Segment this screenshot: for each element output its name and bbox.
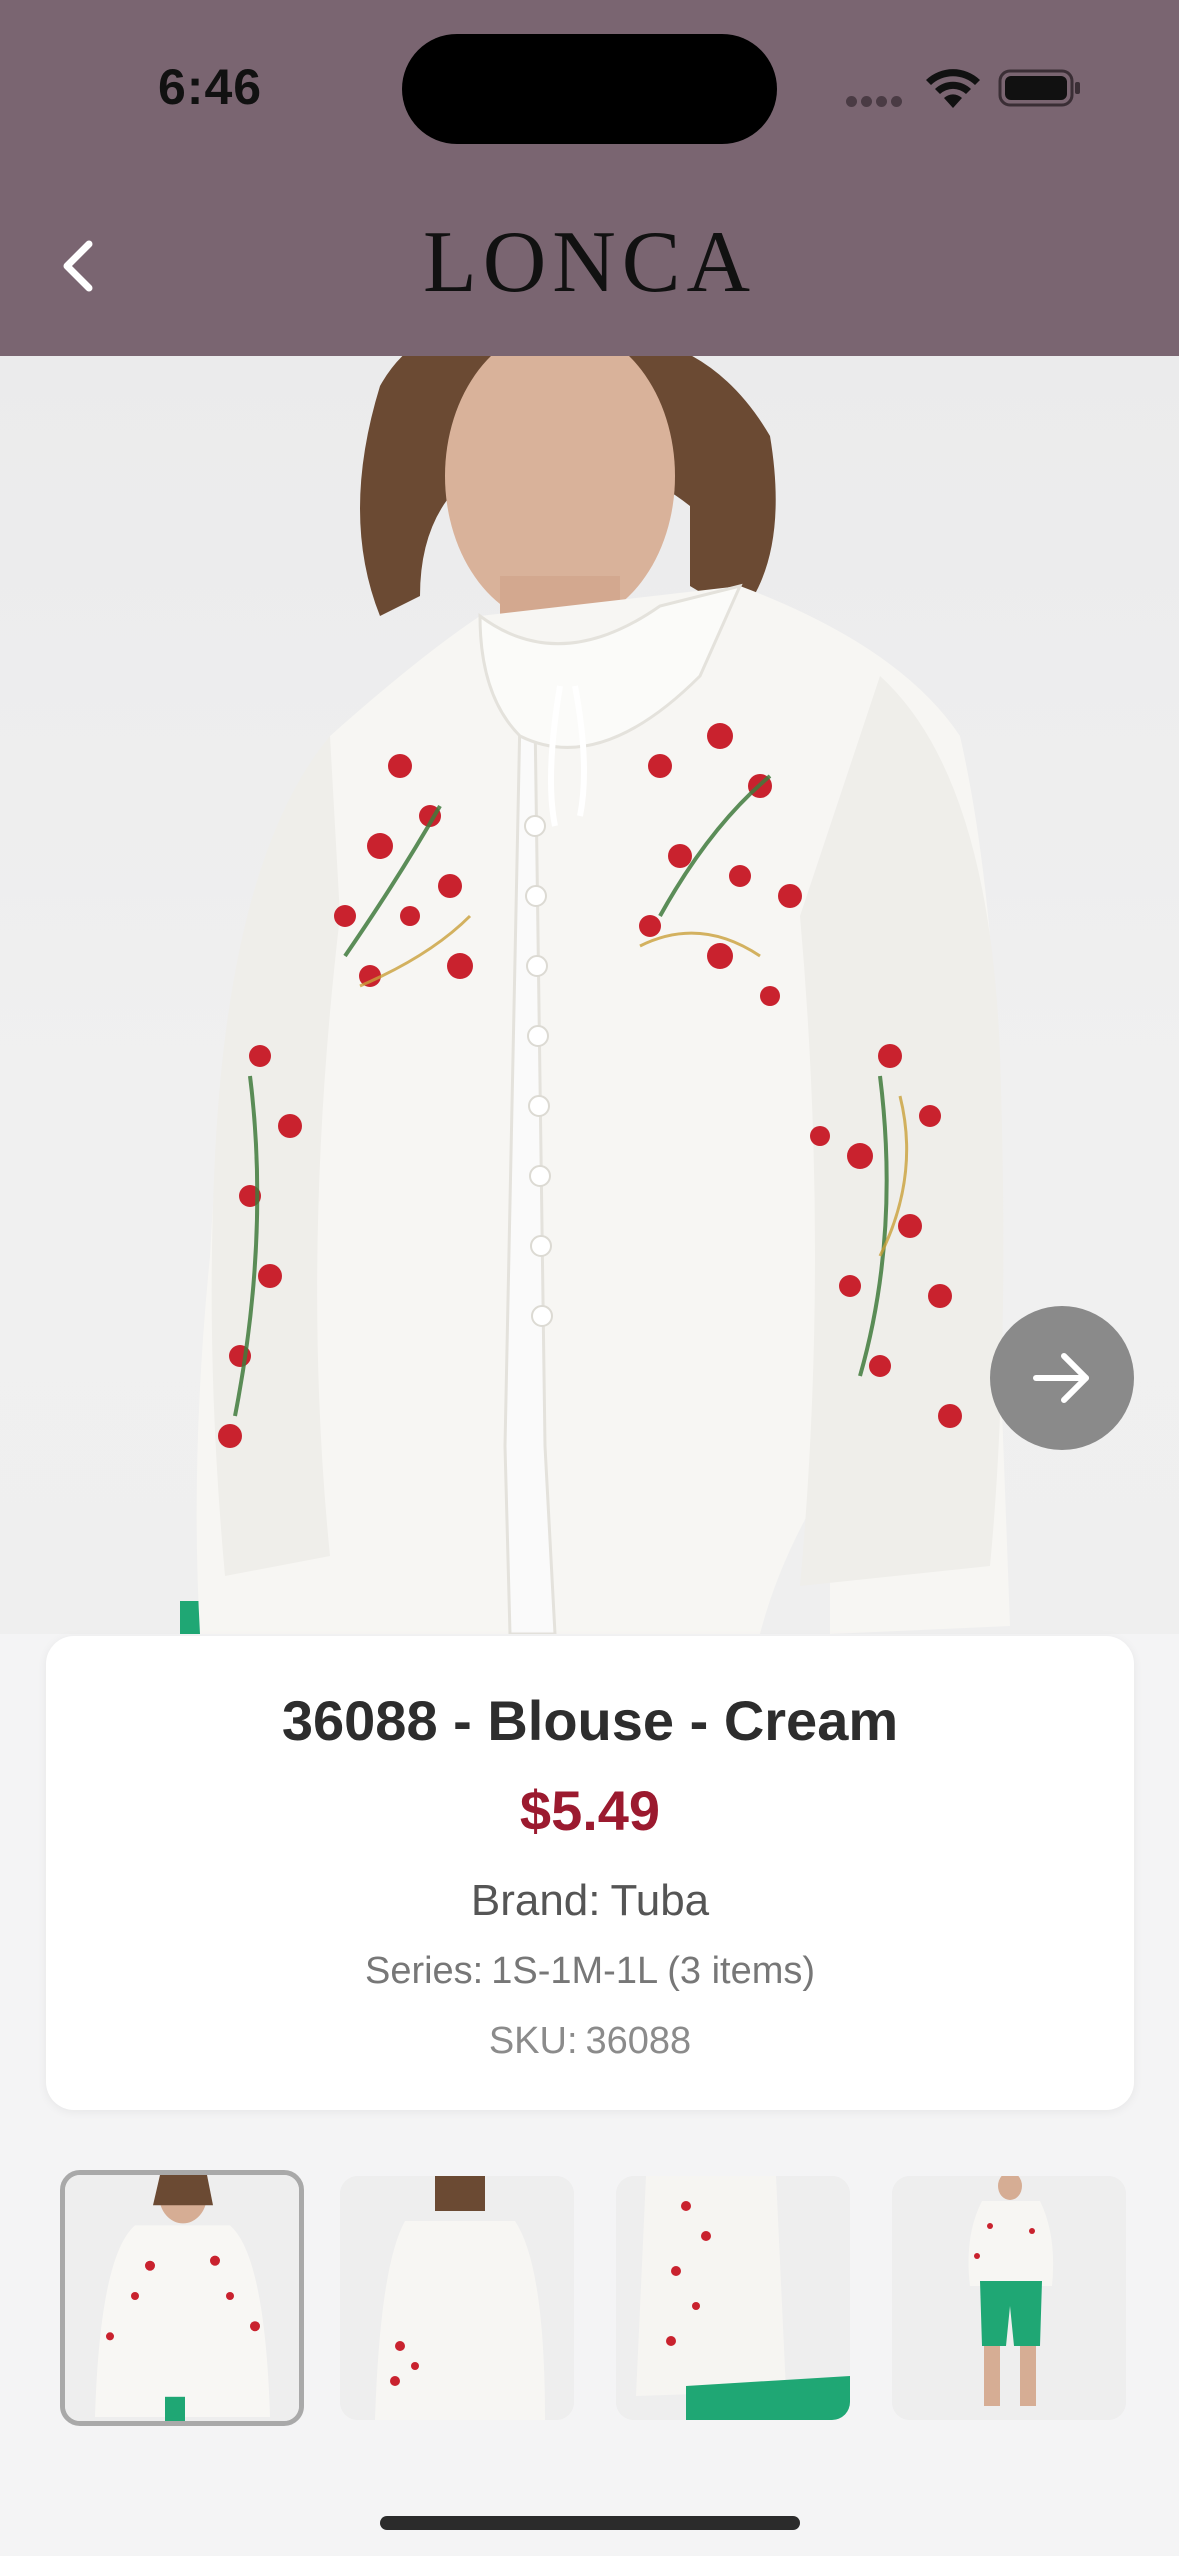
thumbnail-image	[892, 2176, 1126, 2420]
series-label: Series:	[364, 1950, 484, 1992]
status-time: 6:46	[158, 59, 263, 115]
product-brand: Brand: Tuba	[46, 1876, 1134, 1926]
home-indicator	[380, 2516, 800, 2530]
battery-icon	[998, 69, 1080, 107]
product-title: 36088 - Blouse - Cream	[281, 1689, 899, 1752]
product-series: Series: 1S-1M-1L (3 items)	[46, 1950, 1134, 1993]
thumbnail-1[interactable]	[60, 2170, 304, 2426]
product-price: $5.49	[519, 1779, 661, 1842]
dynamic-island	[402, 34, 777, 144]
wifi-icon	[926, 69, 980, 108]
series-value: 1S-1M-1L (3 items)	[491, 1950, 816, 1992]
next-image-button[interactable]	[990, 1306, 1134, 1450]
brand-label: Brand:	[470, 1876, 601, 1925]
thumbnail-4[interactable]	[892, 2176, 1126, 2420]
product-sku: SKU: 36088	[46, 2020, 1134, 2063]
thumbnail-strip	[0, 2170, 1179, 2426]
thumbnail-image	[616, 2176, 850, 2420]
sku-value: 36088	[585, 2020, 692, 2062]
brand-logo: LONCA	[422, 214, 757, 311]
arrow-right-icon	[1033, 1353, 1089, 1403]
sku-label: SKU:	[488, 2020, 578, 2062]
product-info-card: 36088 - Blouse - Cream $5.49 Brand: Tuba …	[46, 1636, 1134, 2110]
thumbnail-image	[65, 2175, 299, 2421]
thumbnail-2[interactable]	[340, 2176, 574, 2420]
thumbnail-3[interactable]	[616, 2176, 850, 2420]
product-image[interactable]	[0, 356, 1179, 1634]
product-photo	[180, 356, 1010, 1634]
thumbnail-image	[340, 2176, 574, 2420]
cellular-dots-icon	[846, 94, 906, 107]
brand-value: Tuba	[610, 1876, 710, 1925]
app-header: 6:46 LONCA	[0, 0, 1179, 356]
